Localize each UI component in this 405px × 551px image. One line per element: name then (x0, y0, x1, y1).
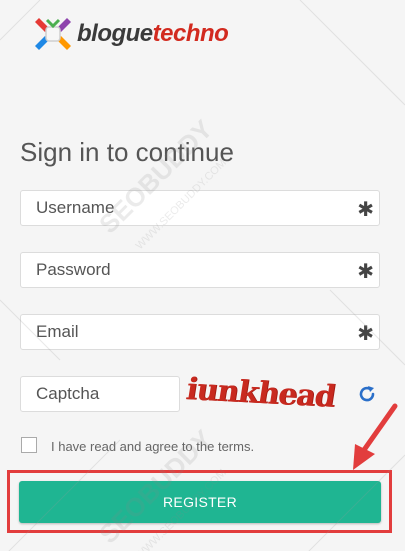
required-asterisk-icon: ✱ (357, 259, 374, 283)
password-input[interactable] (21, 253, 379, 287)
terms-checkbox[interactable] (21, 437, 37, 453)
email-input[interactable] (21, 315, 379, 349)
logo-wordmark: bloguetechno (77, 20, 229, 47)
required-asterisk-icon: ✱ (357, 197, 374, 221)
password-field[interactable]: ✱ (20, 252, 380, 288)
required-asterisk-icon: ✱ (357, 321, 374, 345)
brand-logo[interactable]: bloguetechno (33, 14, 229, 54)
page-title: Sign in to continue (20, 137, 234, 167)
email-field[interactable]: ✱ (20, 314, 380, 350)
register-button[interactable]: REGISTER (19, 481, 381, 523)
red-arrow-icon (353, 403, 398, 470)
signup-page: bloguetechno Sign in to continue ✱ ✱ ✱ i… (0, 0, 405, 551)
username-field[interactable]: ✱ (20, 190, 380, 226)
terms-label: I have read and agree to the terms. (51, 439, 255, 454)
captcha-input[interactable] (21, 377, 179, 411)
logo-x-icon (35, 18, 71, 50)
captcha-image: iunkhead (183, 372, 338, 415)
captcha-text: iunkhead (183, 372, 338, 415)
captcha-field[interactable] (20, 376, 180, 412)
username-input[interactable] (21, 191, 379, 225)
